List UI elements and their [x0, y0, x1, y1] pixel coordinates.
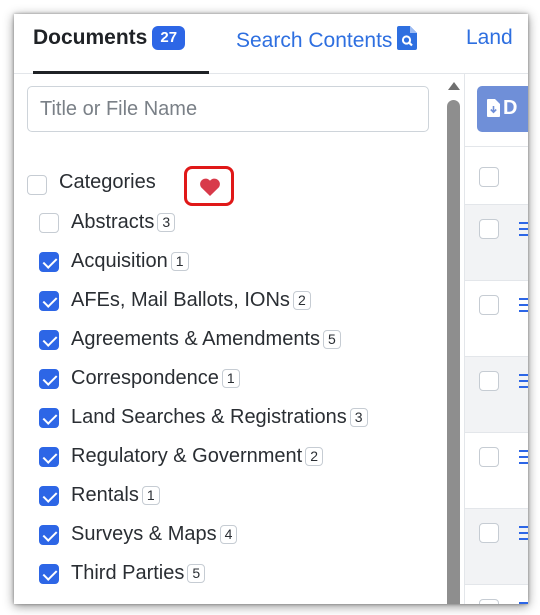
category-label: Rentals 1: [71, 484, 160, 507]
category-count-badge: 1: [141, 486, 160, 505]
document-table: D: [464, 74, 528, 604]
category-checkbox[interactable]: [39, 525, 59, 545]
category-checkbox[interactable]: [39, 252, 59, 272]
category-name: Land Searches & Registrations: [71, 406, 347, 428]
category-name: AFEs, Mail Ballots, IONs: [71, 289, 290, 311]
tab-documents[interactable]: Documents 27: [33, 26, 186, 50]
scrollbar-thumb[interactable]: [447, 100, 460, 604]
table-row: [465, 508, 528, 584]
row-checkbox[interactable]: [479, 599, 499, 604]
category-label: Correspondence 1: [71, 367, 240, 390]
row-checkbox[interactable]: [479, 371, 499, 391]
table-row: [465, 584, 528, 604]
download-button-label: D: [503, 97, 518, 119]
documents-panel: Documents27 Search Contents Land Categor…: [14, 14, 528, 604]
category-label: Regulatory & Government 2: [71, 445, 324, 468]
category-checkbox[interactable]: [39, 447, 59, 467]
category-count-badge: 1: [170, 252, 189, 271]
category-count-badge: 2: [292, 291, 311, 310]
filter-sidebar: Categories Abstracts3Acquisition1AFEs, M…: [14, 74, 444, 604]
category-name: Acquisition: [71, 250, 168, 272]
row-menu-icon[interactable]: [519, 602, 528, 604]
category-name: Correspondence: [71, 367, 219, 389]
category-name: Agreements & Amendments: [71, 328, 321, 350]
row-menu-icon[interactable]: [519, 222, 528, 240]
category-count-badge: 3: [349, 408, 368, 427]
tab-land[interactable]: Land: [466, 26, 513, 50]
category-checkbox[interactable]: [39, 564, 59, 584]
row-checkbox[interactable]: [479, 295, 499, 315]
tab-bar: Documents 27 Search Contents Land: [14, 14, 528, 74]
sidebar-scrollbar[interactable]: [444, 74, 464, 604]
table-row: [465, 432, 528, 508]
documents-count-badge: 27: [152, 26, 186, 50]
row-menu-icon[interactable]: [519, 450, 528, 468]
table-row: [465, 280, 528, 356]
table-row: [465, 146, 528, 204]
category-label: Abstracts 3: [71, 211, 176, 234]
category-label: Land Searches & Registrations 3: [71, 406, 368, 429]
category-label: Third Parties 5: [71, 562, 206, 585]
row-checkbox[interactable]: [479, 219, 499, 239]
categories-select-all-checkbox[interactable]: [27, 175, 47, 195]
category-name: Surveys & Maps: [71, 523, 217, 545]
category-count-badge: 3: [157, 213, 176, 232]
category-label: Agreements & Amendments 5: [71, 328, 341, 351]
category-checkbox[interactable]: [39, 291, 59, 311]
table-row: [465, 356, 528, 432]
category-name: Rentals: [71, 484, 139, 506]
row-menu-icon[interactable]: [519, 298, 528, 316]
document-search-icon: [397, 26, 418, 56]
category-name: Third Parties: [71, 562, 185, 584]
category-name: Abstracts: [71, 211, 155, 233]
category-checkbox[interactable]: [39, 369, 59, 389]
category-checkbox[interactable]: [39, 213, 59, 233]
scroll-up-arrow-icon[interactable]: [448, 82, 460, 90]
category-checkbox[interactable]: [39, 486, 59, 506]
heart-icon: [200, 178, 220, 196]
row-checkbox[interactable]: [479, 523, 499, 543]
tab-documents-label: Documents: [33, 26, 148, 49]
category-checkbox[interactable]: [39, 330, 59, 350]
title-search-input[interactable]: [27, 86, 429, 132]
row-menu-icon[interactable]: [519, 374, 528, 392]
favorite-categories-button[interactable]: [184, 166, 234, 206]
category-label: Surveys & Maps 4: [71, 523, 238, 546]
row-checkbox[interactable]: [479, 167, 499, 187]
row-menu-icon[interactable]: [519, 526, 528, 544]
category-label: Acquisition 1: [71, 250, 189, 273]
table-row: [465, 204, 528, 280]
category-count-badge: 2: [305, 447, 324, 466]
category-count-badge: 4: [219, 525, 238, 544]
file-download-icon: [487, 99, 500, 117]
category-name: Regulatory & Government: [71, 445, 303, 467]
categories-label: Categories: [59, 171, 156, 193]
category-checkbox[interactable]: [39, 408, 59, 428]
tab-search-contents[interactable]: Search Contents: [236, 26, 418, 56]
category-count-badge: 1: [221, 369, 240, 388]
download-button[interactable]: D: [477, 86, 528, 132]
category-count-badge: 5: [187, 564, 206, 583]
category-count-badge: 5: [323, 330, 341, 349]
row-checkbox[interactable]: [479, 447, 499, 467]
category-label: AFEs, Mail Ballots, IONs 2: [71, 289, 311, 312]
tab-search-contents-label: Search Contents: [236, 29, 393, 52]
